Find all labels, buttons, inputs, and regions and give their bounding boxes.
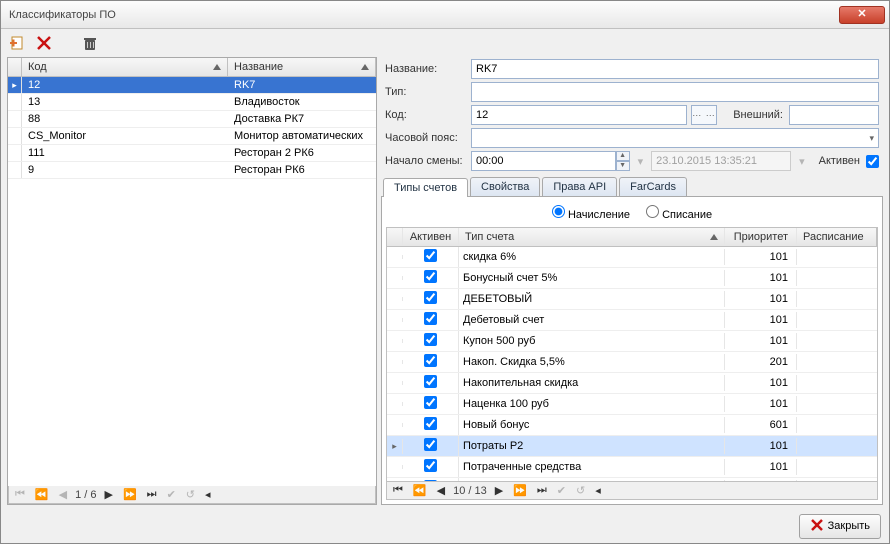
nav-next[interactable]: ▶ <box>102 488 114 501</box>
nav-commit[interactable]: ✔ <box>165 488 178 501</box>
nav-expand[interactable]: ◂ <box>203 488 213 501</box>
tz-combo[interactable]: ▾ <box>471 128 879 148</box>
name-field[interactable] <box>471 59 879 79</box>
timestamp-dropdown: ▾ <box>797 155 807 168</box>
col-acctype[interactable]: Тип счета <box>459 228 725 246</box>
label-tz: Часовой пояс: <box>385 132 465 144</box>
acc-nav-next[interactable]: ▶ <box>493 484 505 497</box>
acc-navigator: ⏮ ⏪ ◀ 10 / 13 ▶ ⏩ ⏭ ✔ ↺ ◂ <box>386 482 878 500</box>
shift-dropdown[interactable]: ▾ <box>636 155 646 168</box>
details-pane: Название: Тип: Код: ⋯ ⋯ Внешний: Часовой… <box>381 57 883 505</box>
account-type-row[interactable]: Накопительная скидка101 <box>387 373 877 394</box>
label-active: Активен <box>819 155 860 167</box>
nav-first[interactable]: ⏮ <box>13 488 27 501</box>
timestamp-field <box>651 151 791 171</box>
account-type-row[interactable]: Бонусный счет 5%101 <box>387 268 877 289</box>
nav-prevpage[interactable]: ⏪ <box>33 488 51 501</box>
delete-icon[interactable] <box>35 34 53 52</box>
acc-nav-nextpage[interactable]: ⏩ <box>511 484 529 497</box>
spin-down[interactable]: ▼ <box>616 161 630 171</box>
window-close-button[interactable]: ✕ <box>839 6 885 24</box>
classifier-row[interactable]: ▸12RK7 <box>8 77 376 94</box>
account-type-row[interactable]: Наценка 100 руб101 <box>387 394 877 415</box>
row-active-checkbox[interactable] <box>424 417 437 430</box>
acc-nav-commit[interactable]: ✔ <box>555 484 568 497</box>
row-active-checkbox[interactable] <box>424 375 437 388</box>
nav-cancel[interactable]: ↺ <box>184 488 197 501</box>
classifier-row[interactable]: 9Ресторан РК6 <box>8 162 376 179</box>
row-active-checkbox[interactable] <box>424 312 437 325</box>
account-type-row[interactable]: Накоп. Скидка 5,5%201 <box>387 352 877 373</box>
shift-time-input[interactable] <box>471 151 616 171</box>
row-active-checkbox[interactable] <box>424 333 437 346</box>
window: Классификаторы ПО ✕ Код Название ▸12RK71… <box>0 0 890 544</box>
classifier-row[interactable]: 13Владивосток <box>8 94 376 111</box>
close-button[interactable]: Закрыть <box>799 514 881 539</box>
radio-accrual[interactable]: Начисление <box>552 205 630 221</box>
label-name: Название: <box>385 63 465 75</box>
acc-nav-cancel[interactable]: ↺ <box>574 484 587 497</box>
nav-position: 1 / 6 <box>75 489 96 501</box>
nav-prev[interactable]: ◀ <box>57 488 69 501</box>
label-external: Внешний: <box>723 109 783 121</box>
classifiers-grid: Код Название ▸12RK713Владивосток88Достав… <box>7 57 377 505</box>
acc-nav-last[interactable]: ⏭ <box>535 484 549 497</box>
acc-nav-first[interactable]: ⏮ <box>391 484 405 497</box>
trash-icon[interactable] <box>81 34 99 52</box>
tab-3[interactable]: FarCards <box>619 177 687 196</box>
titlebar: Классификаторы ПО ✕ <box>1 1 889 29</box>
acc-nav-prevpage[interactable]: ⏪ <box>411 484 429 497</box>
label-shift: Начало смены: <box>385 155 465 167</box>
spin-up[interactable]: ▲ <box>616 151 630 161</box>
left-navigator: ⏮ ⏪ ◀ 1 / 6 ▶ ⏩ ⏭ ✔ ↺ ◂ <box>8 486 376 504</box>
external-field[interactable] <box>789 105 879 125</box>
account-type-row[interactable]: Потраченные средства101 <box>387 457 877 478</box>
col-code[interactable]: Код <box>22 58 228 76</box>
tab-body-accounts: Начисление Списание Активен Тип счета Пр… <box>381 197 883 505</box>
acc-nav-expand[interactable]: ◂ <box>593 484 603 497</box>
row-active-checkbox[interactable] <box>424 396 437 409</box>
tab-1[interactable]: Свойства <box>470 177 540 196</box>
close-icon <box>810 518 824 535</box>
tab-2[interactable]: Права API <box>542 177 617 196</box>
type-field[interactable] <box>471 82 879 102</box>
col-schedule[interactable]: Расписание <box>797 228 877 246</box>
row-active-checkbox[interactable] <box>424 291 437 304</box>
col-name[interactable]: Название <box>228 58 376 76</box>
classifier-row[interactable]: 88Доставка РК7 <box>8 111 376 128</box>
label-type: Тип: <box>385 86 465 98</box>
account-type-row[interactable]: Купон 500 руб101 <box>387 331 877 352</box>
radio-writeoff[interactable]: Списание <box>646 205 712 221</box>
code-ellipsis-button[interactable]: ⋯ ⋯ <box>691 105 717 125</box>
classifier-row[interactable]: CS_MonitorМонитор автоматических <box>8 128 376 145</box>
account-type-row[interactable]: Новый бонус601 <box>387 415 877 436</box>
col-active[interactable]: Активен <box>403 228 459 246</box>
nav-nextpage[interactable]: ⏩ <box>121 488 139 501</box>
window-title: Классификаторы ПО <box>5 9 839 21</box>
account-type-row[interactable]: ▸Потраты P2101 <box>387 436 877 457</box>
new-icon[interactable] <box>9 34 27 52</box>
row-active-checkbox[interactable] <box>424 249 437 262</box>
tab-strip: Типы счетовСвойстваПрава APIFarCards <box>381 175 883 197</box>
shift-time-spinner[interactable]: ▲▼ <box>471 151 630 171</box>
account-type-row[interactable]: Дебетовый счет101 <box>387 310 877 331</box>
row-active-checkbox[interactable] <box>424 354 437 367</box>
acc-nav-prev[interactable]: ◀ <box>435 484 447 497</box>
classifier-row[interactable]: 111Ресторан 2 РК6 <box>8 145 376 162</box>
row-active-checkbox[interactable] <box>424 459 437 472</box>
toolbar <box>1 29 889 57</box>
tab-0[interactable]: Типы счетов <box>383 178 468 197</box>
row-active-checkbox[interactable] <box>424 270 437 283</box>
nav-last[interactable]: ⏭ <box>145 488 159 501</box>
account-type-row[interactable]: скидка 6%101 <box>387 247 877 268</box>
row-active-checkbox[interactable] <box>424 438 437 451</box>
col-priority[interactable]: Приоритет <box>725 228 797 246</box>
label-code: Код: <box>385 109 465 121</box>
account-type-row[interactable]: ДЕБЕТОВЫЙ101 <box>387 289 877 310</box>
code-field[interactable] <box>471 105 687 125</box>
active-checkbox[interactable] <box>866 155 879 168</box>
acc-nav-position: 10 / 13 <box>453 485 487 497</box>
